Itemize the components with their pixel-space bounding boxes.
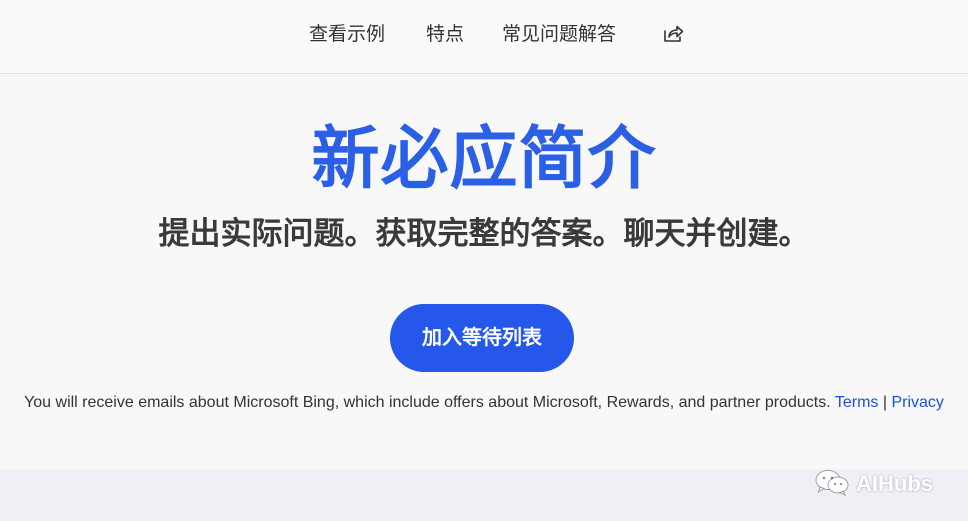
privacy-link[interactable]: Privacy [891, 394, 943, 411]
nav-item-faq[interactable]: 常见问题解答 [502, 20, 616, 48]
top-navigation: 查看示例 特点 常见问题解答 [0, 0, 968, 74]
share-icon[interactable] [662, 22, 684, 44]
email-disclaimer: You will receive emails about Microsoft … [0, 391, 968, 415]
watermark-text: AIHubs [856, 471, 933, 496]
nav-item-features[interactable]: 特点 [426, 20, 464, 48]
hero-subtitle: 提出实际问题。获取完整的答案。聊天并创建。 [158, 216, 810, 252]
watermark: AIHubs [814, 469, 933, 499]
hero-title: 新必应简介 [311, 120, 657, 199]
disclaimer-text: You will receive emails about Microsoft … [24, 394, 831, 411]
join-waitlist-button[interactable]: 加入等待列表 [390, 304, 574, 372]
link-separator: | [882, 394, 888, 411]
terms-link[interactable]: Terms [835, 394, 879, 411]
nav-item-examples[interactable]: 查看示例 [309, 20, 385, 48]
wechat-icon [814, 468, 850, 500]
